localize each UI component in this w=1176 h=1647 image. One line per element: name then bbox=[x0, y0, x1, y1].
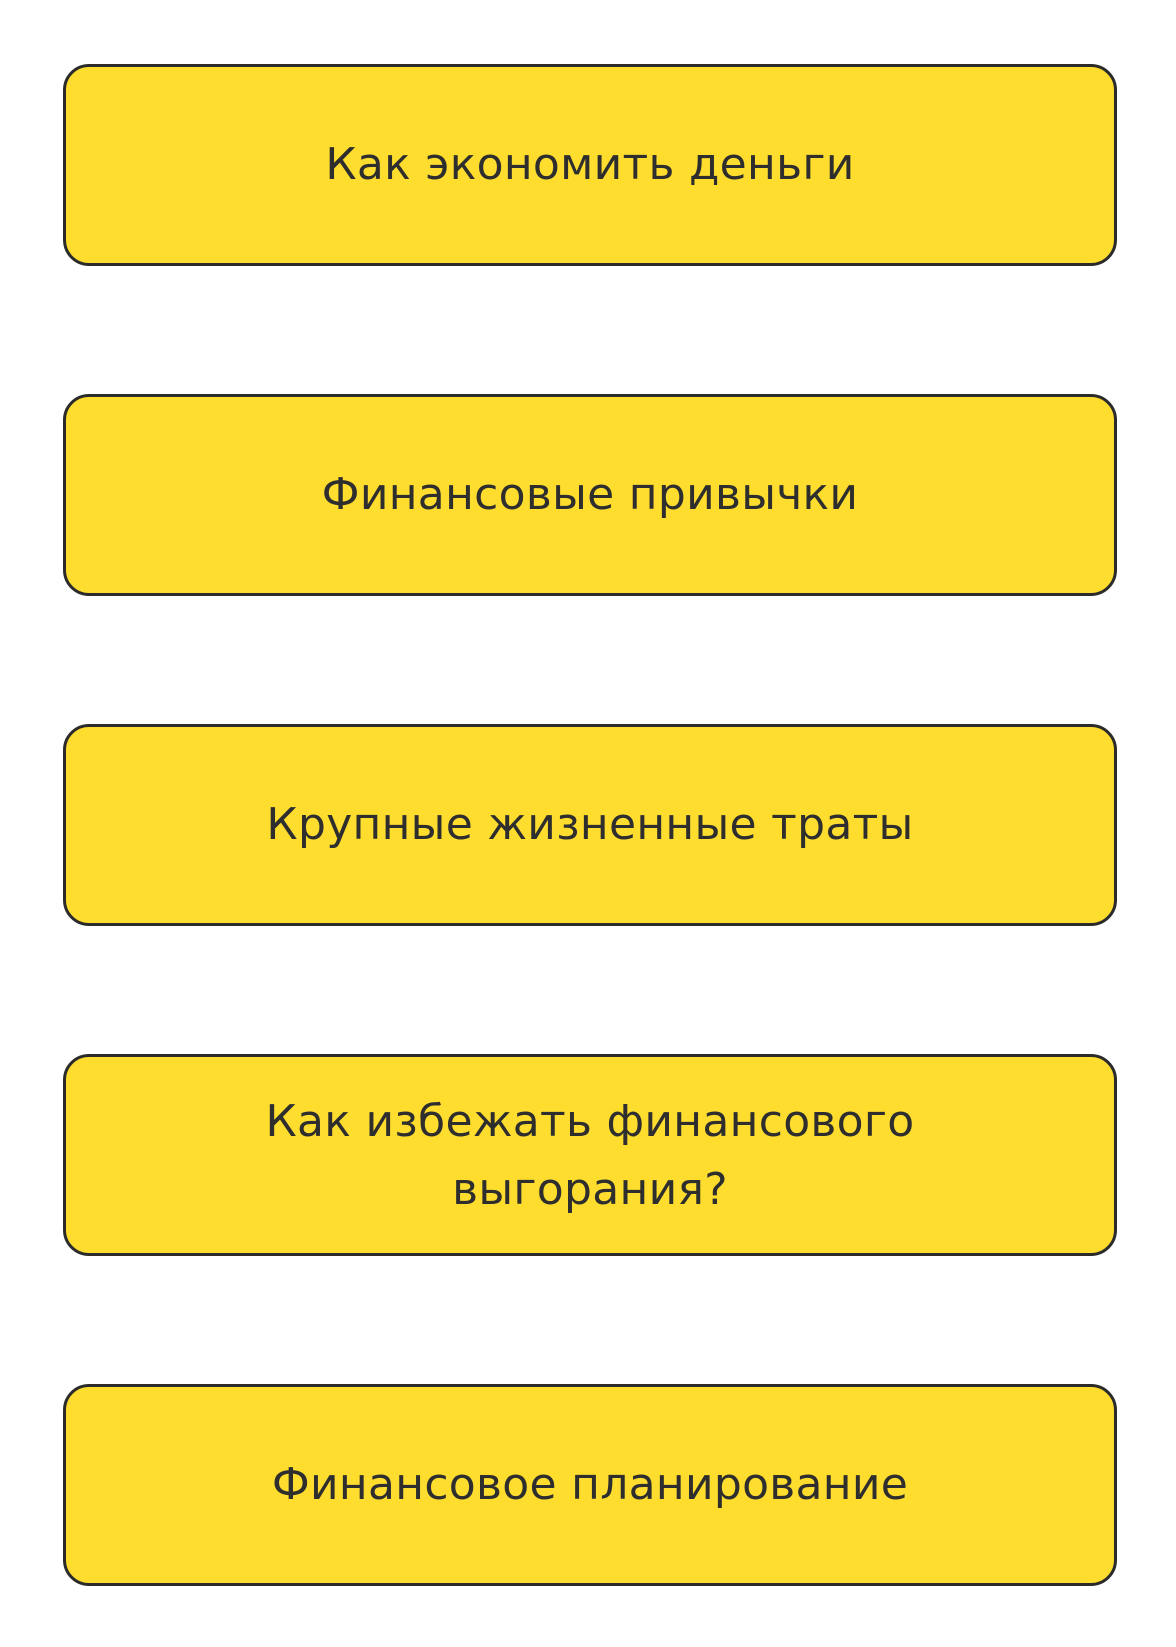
topic-button-major-life-expenses[interactable]: Крупные жизненные траты bbox=[63, 724, 1117, 926]
topic-label: Финансовые привычки bbox=[321, 469, 859, 520]
topic-label-line-1: Как избежать финансового bbox=[265, 1096, 915, 1147]
topic-button-financial-planning[interactable]: Финансовое планирование bbox=[63, 1384, 1117, 1586]
topic-label: Крупные жизненные траты bbox=[266, 799, 914, 850]
topic-button-financial-burnout[interactable]: Как избежать финансового выгорания? bbox=[63, 1054, 1117, 1256]
topic-label-group: Как избежать финансового выгорания? bbox=[265, 1087, 914, 1223]
topic-label: Как экономить деньги bbox=[325, 139, 855, 190]
topic-button-financial-habits[interactable]: Финансовые привычки bbox=[63, 394, 1117, 596]
topic-list: Как экономить деньги Финансовые привычки… bbox=[63, 64, 1117, 1586]
topic-button-save-money[interactable]: Как экономить деньги bbox=[63, 64, 1117, 266]
topic-label: Финансовое планирование bbox=[271, 1459, 909, 1510]
topic-label-line-2: выгорания? bbox=[452, 1164, 728, 1215]
